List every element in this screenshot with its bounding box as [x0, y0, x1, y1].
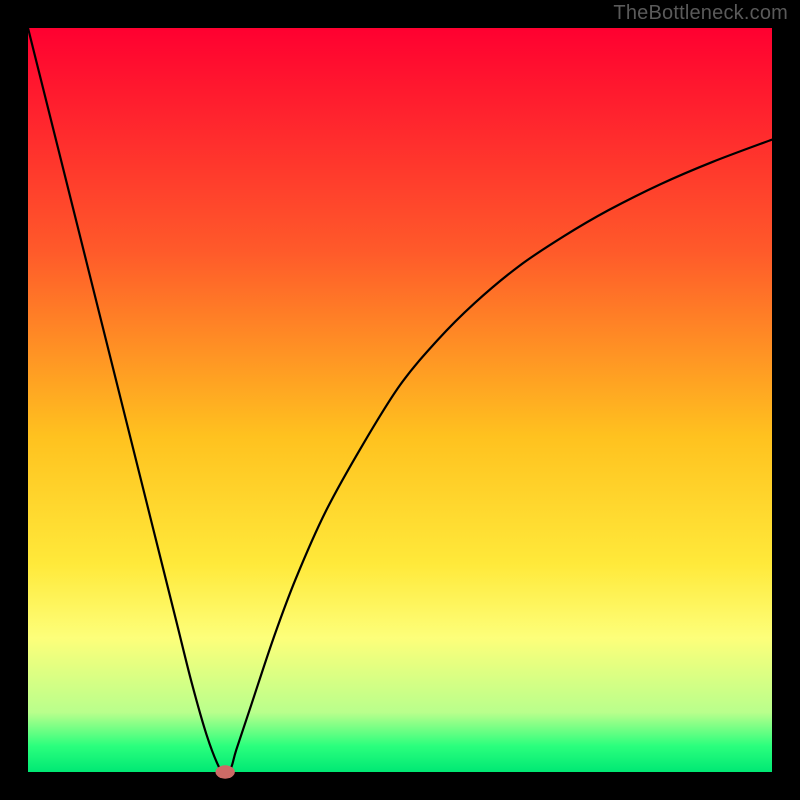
- bottleneck-chart: [0, 0, 800, 800]
- plot-background: [28, 28, 772, 772]
- optimum-marker: [215, 765, 234, 778]
- watermark-label: TheBottleneck.com: [613, 2, 788, 25]
- chart-frame: TheBottleneck.com: [0, 0, 800, 800]
